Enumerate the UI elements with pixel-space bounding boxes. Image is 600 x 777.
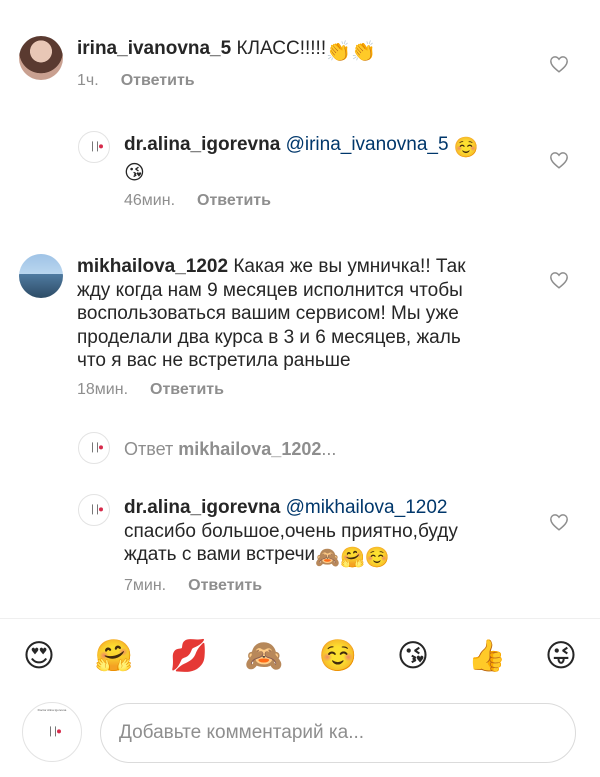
heart-icon[interactable] <box>549 513 569 531</box>
hugging-emoji-button[interactable]: 🤗 <box>94 636 134 676</box>
comment-composer: Doctor Alina Igorevna <box>0 699 600 769</box>
comment-input[interactable] <box>100 703 576 763</box>
replies-suffix: ... <box>321 439 337 459</box>
divider <box>0 618 600 619</box>
view-replies-link[interactable]: Ответ mikhailova_1202... <box>124 439 336 460</box>
comment-time: 7мин. <box>124 577 167 594</box>
comment-username[interactable]: mikhailova_1202 <box>77 256 228 277</box>
avatar[interactable] <box>19 254 63 298</box>
replies-prefix: Ответ <box>124 439 179 459</box>
emoji-quick-bar: 😍 🤗 💋 🙈 ☺️ 😘 👍 😜 <box>0 636 600 682</box>
kiss-mark-emoji-button[interactable]: 💋 <box>169 636 209 676</box>
comment-meta: 7мин. Ответить <box>124 577 262 595</box>
comment-meta: 1ч. Ответить <box>77 72 195 90</box>
reply-button[interactable]: Ответить <box>150 381 224 398</box>
reply-button[interactable]: Ответить <box>188 577 262 594</box>
smiling-emoji: ☺️ <box>453 137 479 159</box>
heart-icon[interactable] <box>549 271 569 289</box>
replies-user: mikhailova_1202 <box>178 439 322 459</box>
monkey-hug-smile-emoji: 🙈🤗☺️ <box>315 547 390 569</box>
comment-body-line: спасибо большое,очень приятно,буду <box>124 520 458 542</box>
comment-body-line: что я вас не встретила раньше <box>77 350 351 371</box>
heart-icon[interactable] <box>549 151 569 169</box>
comment-body-line: жду когда нам 9 месяцев исполнится чтобы <box>77 279 463 301</box>
comment-text: irina_ivanovna_5 КЛАСС!!!!!👏👏 <box>77 37 376 62</box>
comment-username[interactable]: dr.alina_igorevna <box>124 134 280 155</box>
comment-meta: 46мин. Ответить <box>124 192 271 210</box>
my-avatar: Doctor Alina Igorevna <box>22 702 82 762</box>
comment-body-line: воспользоваться вашим сервисом! Мы уже <box>77 303 459 324</box>
comment-text: dr.alina_igorevna @irina_ivanovna_5 ☺️ 😘 <box>124 133 479 183</box>
comment-time: 46мин. <box>124 192 176 209</box>
comment-body-line: Какая же вы умничка!! Так <box>228 256 466 277</box>
comment-text: mikhailova_1202 Какая же вы умничка!! Та… <box>77 255 466 373</box>
heart-eyes-emoji-button[interactable]: 😍 <box>19 636 59 676</box>
doctor-logo-icon <box>47 726 61 740</box>
mention-link[interactable]: @irina_ivanovna_5 <box>286 134 449 155</box>
kiss-emoji-button[interactable]: 😘 <box>393 636 433 676</box>
avatar[interactable] <box>19 36 63 80</box>
avatar[interactable] <box>78 131 110 163</box>
comment-username[interactable]: irina_ivanovna_5 <box>77 38 231 59</box>
kiss-emoji: 😘 <box>124 162 145 184</box>
doctor-logo-icon <box>89 141 103 155</box>
doctor-logo-icon <box>89 504 103 518</box>
see-no-evil-emoji-button[interactable]: 🙈 <box>244 636 284 676</box>
avatar[interactable] <box>78 494 110 526</box>
comment-meta: 18мин. Ответить <box>77 381 224 399</box>
clapping-emoji: 👏👏 <box>326 41 376 63</box>
avatar-label: Doctor Alina Igorevna <box>37 708 67 712</box>
comment-time: 18мин. <box>77 381 129 398</box>
comment-text: dr.alina_igorevna @mikhailova_1202 спаси… <box>124 496 458 568</box>
mention-link[interactable]: @mikhailova_1202 <box>286 497 448 518</box>
comment-time: 1ч. <box>77 72 99 89</box>
comment-body-line: ждать с вами встречи <box>124 544 316 565</box>
comment-body: КЛАСС!!!!! <box>231 38 327 59</box>
replies-avatar <box>78 432 110 464</box>
heart-icon[interactable] <box>549 55 569 73</box>
doctor-logo-icon <box>89 442 103 456</box>
thumbs-up-emoji-button[interactable]: 👍 <box>467 636 507 676</box>
winking-tongue-emoji-button[interactable]: 😜 <box>541 636 581 676</box>
comment-body-line: проделали два курса в 3 и 6 месяцев, жал… <box>77 326 461 348</box>
comment-username[interactable]: dr.alina_igorevna <box>124 497 280 518</box>
reply-button[interactable]: Ответить <box>197 192 271 209</box>
smiling-emoji-button[interactable]: ☺️ <box>318 636 358 676</box>
reply-button[interactable]: Ответить <box>121 72 195 89</box>
